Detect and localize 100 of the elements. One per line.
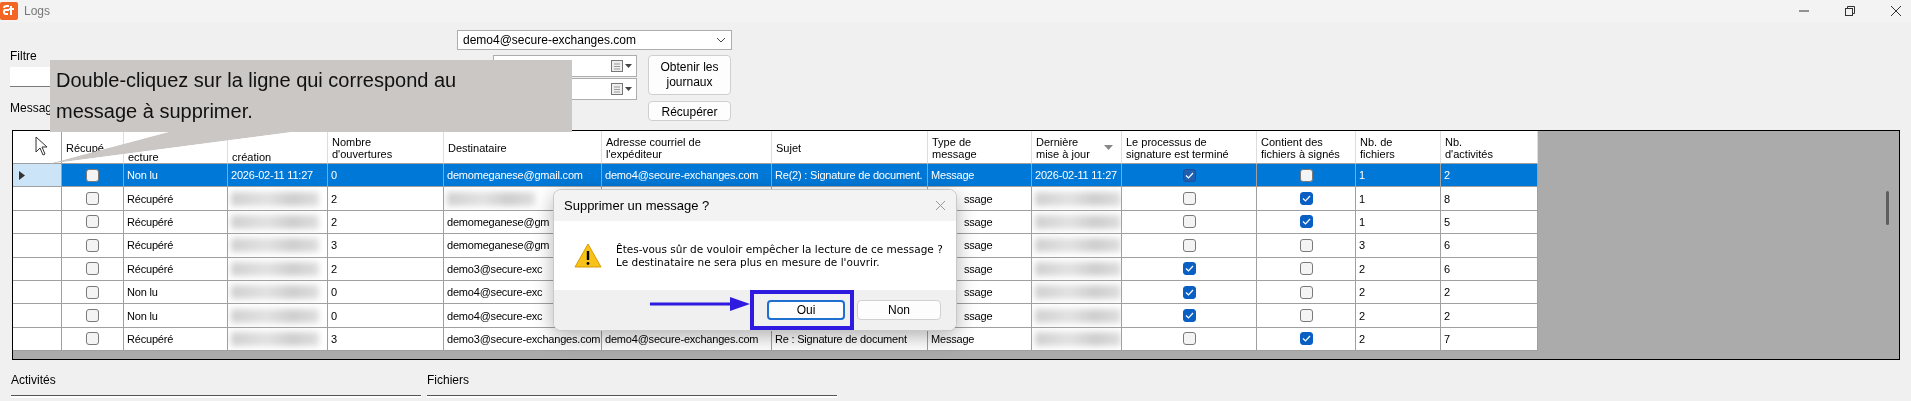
table-cell: demo4@secure-exchanges.com — [605, 169, 759, 182]
sort-icon — [1104, 145, 1113, 150]
row-header[interactable] — [13, 280, 62, 305]
get-logs-button[interactable]: Obtenir les journaux — [648, 55, 731, 95]
close-icon[interactable] — [1889, 4, 1903, 18]
row-header[interactable] — [13, 304, 62, 328]
checkbox[interactable] — [1299, 192, 1313, 206]
checkbox[interactable] — [1182, 332, 1196, 346]
mouse-pointer-icon — [35, 136, 49, 156]
table-cell: 2 — [1444, 169, 1450, 182]
dialog-title: Supprimer un message ? — [564, 198, 710, 213]
table-cell: Message — [931, 332, 975, 345]
checkbox[interactable] — [86, 332, 99, 346]
table-cell: 2 — [1444, 309, 1450, 322]
checkbox[interactable] — [1182, 285, 1196, 299]
row-header[interactable] — [13, 234, 62, 258]
column-header[interactable]: Nb. d'activités — [1441, 131, 1538, 164]
table-cell: ssage — [964, 215, 993, 228]
checkbox[interactable] — [1299, 285, 1313, 299]
table-cell: 3 — [331, 239, 337, 252]
row-header[interactable] — [13, 257, 62, 281]
table-cell: Non lu — [127, 169, 158, 182]
filter-label: Filtre — [10, 49, 37, 63]
table-cell: demomeganese@gm — [447, 215, 550, 228]
column-header[interactable]: Adresse courriel de l'expéditeur — [602, 131, 772, 164]
calendar-icon[interactable] — [611, 83, 633, 95]
checkbox[interactable] — [1182, 215, 1196, 229]
checkbox[interactable] — [1182, 238, 1196, 252]
panel-label: Activités — [11, 373, 56, 387]
table-cell: Récupéré — [127, 192, 174, 205]
checkbox[interactable] — [1299, 309, 1313, 323]
table-cell: 2026-02-11 11:27 — [1035, 169, 1118, 182]
dropdown-caret-icon[interactable] — [716, 37, 726, 43]
checkbox[interactable] — [1299, 332, 1313, 346]
table-cell: Récupéré — [127, 332, 174, 345]
column-header[interactable]: Contient des fichiers à signés — [1257, 131, 1356, 164]
table-cell: 0 — [331, 286, 337, 299]
no-button[interactable]: Non — [857, 300, 941, 320]
checkbox[interactable] — [1299, 168, 1313, 182]
table-cell: 2 — [1359, 332, 1365, 345]
column-header[interactable]: Type de message — [928, 131, 1032, 164]
table-cell: demo4@secure-exchanges.com — [605, 332, 759, 345]
table-cell: 0 — [331, 169, 337, 182]
checkbox[interactable] — [1299, 215, 1313, 229]
column-header[interactable]: Le processus de signature est terminé — [1122, 131, 1257, 164]
table-cell: 2 — [331, 192, 337, 205]
table-cell: Message — [931, 169, 975, 182]
table-cell: 2 — [1359, 286, 1365, 299]
panel-label: Fichiers — [427, 373, 469, 387]
table-cell: 8 — [1444, 192, 1450, 205]
table-cell: ssage — [964, 239, 993, 252]
checkbox[interactable] — [1182, 309, 1196, 323]
column-header[interactable]: Nombre d'ouvertures — [328, 131, 444, 164]
calendar-icon[interactable] — [611, 60, 633, 72]
checkbox[interactable] — [86, 168, 99, 182]
retrieve-button[interactable]: Récupérer — [648, 101, 731, 121]
table-cell: 2026-02-11 11:27 — [231, 169, 314, 182]
table-cell: 3 — [331, 332, 337, 345]
table-cell: 6 — [1444, 262, 1450, 275]
checkbox[interactable] — [86, 215, 99, 229]
column-header[interactable]: Sujet — [772, 131, 928, 164]
checkbox[interactable] — [86, 238, 99, 252]
table-cell: demomeganese@gmail.com — [447, 169, 583, 182]
column-header[interactable]: Destinataire — [444, 131, 602, 164]
row-header[interactable] — [13, 164, 62, 188]
checkbox[interactable] — [1182, 192, 1196, 206]
table-cell: Récupéré — [127, 215, 174, 228]
yes-button[interactable]: Oui — [767, 300, 845, 320]
table-cell: Récupéré — [127, 262, 174, 275]
table-cell: ssage — [964, 309, 993, 322]
table-cell: 2 — [1444, 286, 1450, 299]
checkbox[interactable] — [1299, 262, 1313, 276]
table-cell: 2 — [1359, 309, 1365, 322]
table-cell: 1 — [1359, 169, 1365, 182]
table-cell: Re : Signature de document — [775, 332, 907, 345]
table-cell: ssage — [964, 192, 993, 205]
checkbox[interactable] — [86, 309, 99, 323]
account-dropdown[interactable]: demo4@secure-exchanges.com — [457, 30, 732, 50]
table-cell: 1 — [1359, 192, 1365, 205]
restore-icon[interactable] — [1843, 4, 1857, 18]
table-cell: demo3@secure-exchanges.com — [447, 332, 601, 345]
table-cell: 3 — [1359, 239, 1365, 252]
checkbox[interactable] — [86, 192, 99, 206]
current-row-icon — [19, 170, 25, 180]
checkbox[interactable] — [1182, 262, 1196, 276]
row-header[interactable] — [13, 210, 62, 235]
checkbox[interactable] — [86, 285, 99, 299]
row-header[interactable] — [13, 187, 62, 211]
row-header[interactable] — [13, 327, 62, 352]
warning-icon — [574, 243, 602, 268]
table-cell: 2 — [1359, 262, 1365, 275]
checkbox[interactable] — [86, 262, 99, 276]
checkbox[interactable] — [1299, 238, 1313, 252]
checkbox[interactable] — [1182, 168, 1196, 182]
table-cell: 5 — [1444, 215, 1450, 228]
scroll-thumb[interactable] — [1886, 191, 1889, 225]
table-cell: ssage — [964, 286, 993, 299]
column-header[interactable]: Dernière mise à jour — [1032, 131, 1122, 164]
column-header[interactable]: Nb. de fichiers — [1356, 131, 1441, 164]
table-cell: 2 — [331, 262, 337, 275]
